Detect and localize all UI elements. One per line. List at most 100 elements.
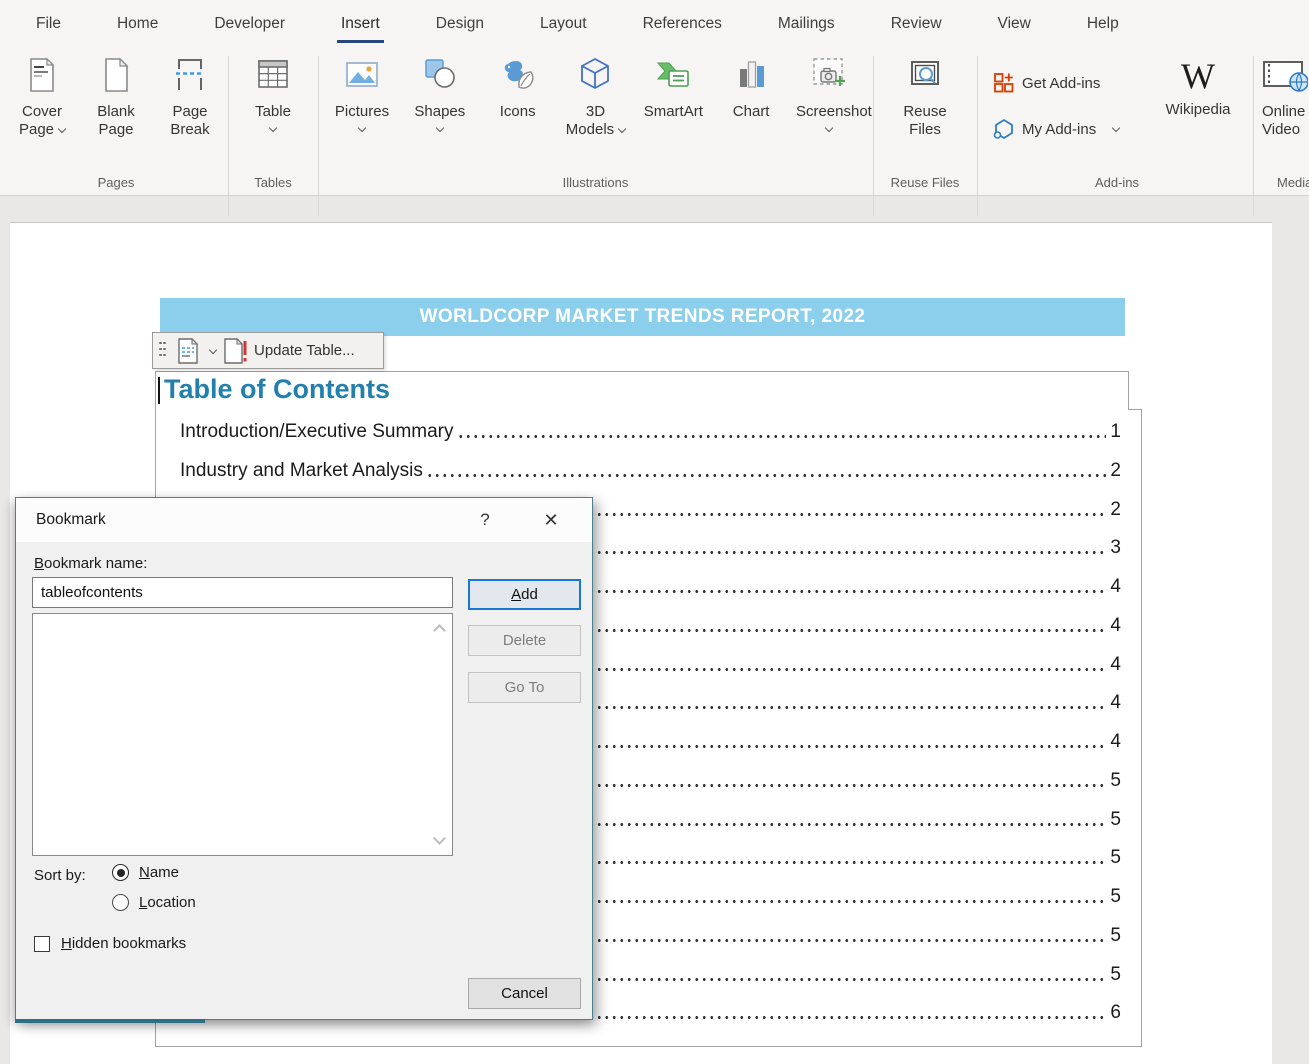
radio-name[interactable] — [112, 864, 129, 881]
group-label-illustrations: Illustrations — [322, 175, 869, 190]
online-video-icon — [1262, 50, 1308, 100]
get-addins-icon — [993, 72, 1015, 94]
online-video-button[interactable]: Online Video — [1262, 50, 1309, 138]
chevron-down-icon — [436, 123, 444, 131]
toc-entry-page-number: 4 — [1106, 731, 1121, 753]
chevron-down-icon — [358, 123, 366, 131]
chart-label: Chart — [733, 103, 770, 121]
table-label: Table — [255, 103, 291, 121]
my-addins-icon — [993, 118, 1015, 140]
cover-page-button[interactable]: Cover Page — [10, 50, 74, 138]
toc-entry-page-number: 5 — [1106, 847, 1121, 869]
toc-content-control-button[interactable] — [175, 337, 216, 365]
toc-border-notch-v — [1128, 371, 1129, 410]
toc-border-notch-h — [1128, 409, 1142, 410]
chart-button[interactable]: Chart — [719, 50, 783, 138]
chevron-down-icon — [209, 345, 217, 353]
hidden-bookmarks-label: Hidden bookmarks — [61, 935, 186, 952]
smartart-icon — [653, 50, 693, 100]
online-video-label: Online Video — [1262, 103, 1309, 138]
add-button[interactable]: Add — [468, 579, 581, 610]
text-cursor — [158, 377, 160, 404]
reuse-files-button[interactable]: Reuse Files — [889, 50, 961, 138]
toc-entry[interactable]: Industry and Market Analysis2 — [180, 455, 1121, 482]
sort-location-option[interactable]: Location — [112, 894, 196, 911]
go-to-button[interactable]: Go To — [468, 672, 581, 703]
tab-home[interactable]: Home — [89, 6, 186, 42]
blank-page-button[interactable]: Blank Page — [84, 50, 148, 138]
update-table-label: Update Table... — [254, 342, 355, 359]
dialog-titlebar[interactable]: Bookmark ? ✕ — [16, 498, 592, 542]
scroll-down-icon[interactable] — [433, 832, 446, 845]
icons-button[interactable]: Icons — [486, 50, 550, 138]
toc-entry-label: Industry and Market Analysis — [180, 460, 426, 482]
my-addins-button[interactable]: My Add-ins — [993, 116, 1119, 142]
update-table-button[interactable]: Update Table... — [222, 337, 355, 365]
pictures-label: Pictures — [335, 103, 389, 121]
toc-heading[interactable]: Table of Contents — [164, 374, 390, 405]
icons-duck-icon — [498, 50, 538, 100]
tab-help[interactable]: Help — [1059, 6, 1147, 42]
ribbon-body: Cover Page Blank Page Page Break Pages — [0, 46, 1309, 195]
tab-view[interactable]: View — [970, 6, 1059, 42]
radio-name-label: Name — [139, 864, 179, 881]
pictures-button[interactable]: Pictures — [330, 50, 394, 138]
help-button[interactable]: ? — [462, 498, 508, 542]
bookmark-name-input[interactable] — [32, 577, 453, 608]
tab-design[interactable]: Design — [408, 6, 512, 42]
toc-entry-page-number: 4 — [1106, 692, 1121, 714]
group-separator — [228, 56, 229, 216]
radio-location-label: Location — [139, 894, 196, 911]
shapes-button[interactable]: Shapes — [408, 50, 472, 138]
table-button[interactable]: Table — [241, 50, 305, 131]
blank-page-label: Blank Page — [84, 103, 148, 138]
group-label-pages: Pages — [10, 175, 222, 190]
hidden-bookmarks-option[interactable]: Hidden bookmarks — [34, 935, 186, 952]
tab-references[interactable]: References — [615, 6, 750, 42]
tab-file[interactable]: File — [8, 6, 89, 42]
bookmark-dialog: Bookmark ? ✕ Bookmark name: Add Delete G… — [15, 497, 593, 1020]
my-addins-label: My Add-ins — [1022, 121, 1096, 138]
chevron-down-icon — [1112, 124, 1120, 132]
toc-entry-page-number: 4 — [1106, 615, 1121, 637]
toc-entry[interactable]: Introduction/Executive Summary1 — [180, 416, 1121, 443]
page-break-button[interactable]: Page Break — [158, 50, 222, 138]
get-addins-label: Get Add-ins — [1022, 75, 1100, 92]
wikipedia-button[interactable]: W Wikipedia — [1159, 54, 1237, 119]
delete-button[interactable]: Delete — [468, 625, 581, 656]
tab-mailings[interactable]: Mailings — [750, 6, 863, 42]
tab-developer[interactable]: Developer — [186, 6, 313, 42]
chart-icon — [731, 50, 771, 100]
toc-document-icon — [175, 337, 201, 365]
group-label-tables: Tables — [232, 175, 314, 190]
tab-layout[interactable]: Layout — [512, 6, 615, 42]
scroll-up-icon[interactable] — [433, 624, 446, 637]
toc-field-toolbar: Update Table... — [152, 332, 384, 369]
ribbon: FileHomeDeveloperInsertDesignLayoutRefer… — [0, 0, 1309, 196]
chevron-down-icon — [269, 123, 277, 131]
cancel-button[interactable]: Cancel — [468, 978, 581, 1009]
drag-handle-icon[interactable] — [159, 342, 169, 360]
toc-entry-page-number: 1 — [1106, 421, 1121, 443]
tab-review[interactable]: Review — [863, 6, 970, 42]
close-icon[interactable]: ✕ — [528, 498, 574, 542]
dialog-title: Bookmark — [36, 511, 106, 529]
get-addins-button[interactable]: Get Add-ins — [993, 70, 1119, 96]
group-tables: Table Tables — [232, 46, 314, 195]
group-label-addins: Add-ins — [981, 175, 1253, 190]
toc-border-right — [1141, 409, 1142, 1047]
3d-models-button[interactable]: 3D Models — [563, 50, 627, 138]
tab-insert[interactable]: Insert — [313, 6, 408, 42]
bookmark-list[interactable] — [32, 613, 453, 856]
toc-border-top — [155, 371, 1129, 372]
toc-entry-page-number: 5 — [1106, 770, 1121, 792]
hidden-bookmarks-checkbox[interactable] — [34, 936, 50, 952]
smartart-button[interactable]: SmartArt — [641, 50, 705, 138]
group-media: Online Video Media — [1262, 46, 1309, 195]
group-pages: Cover Page Blank Page Page Break Pages — [10, 46, 222, 195]
radio-location[interactable] — [112, 894, 129, 911]
toc-entry-page-number: 5 — [1106, 964, 1121, 986]
sort-name-option[interactable]: Name — [112, 864, 179, 881]
screenshot-button[interactable]: Screenshot — [797, 50, 861, 138]
toc-entry-page-number: 2 — [1106, 499, 1121, 521]
